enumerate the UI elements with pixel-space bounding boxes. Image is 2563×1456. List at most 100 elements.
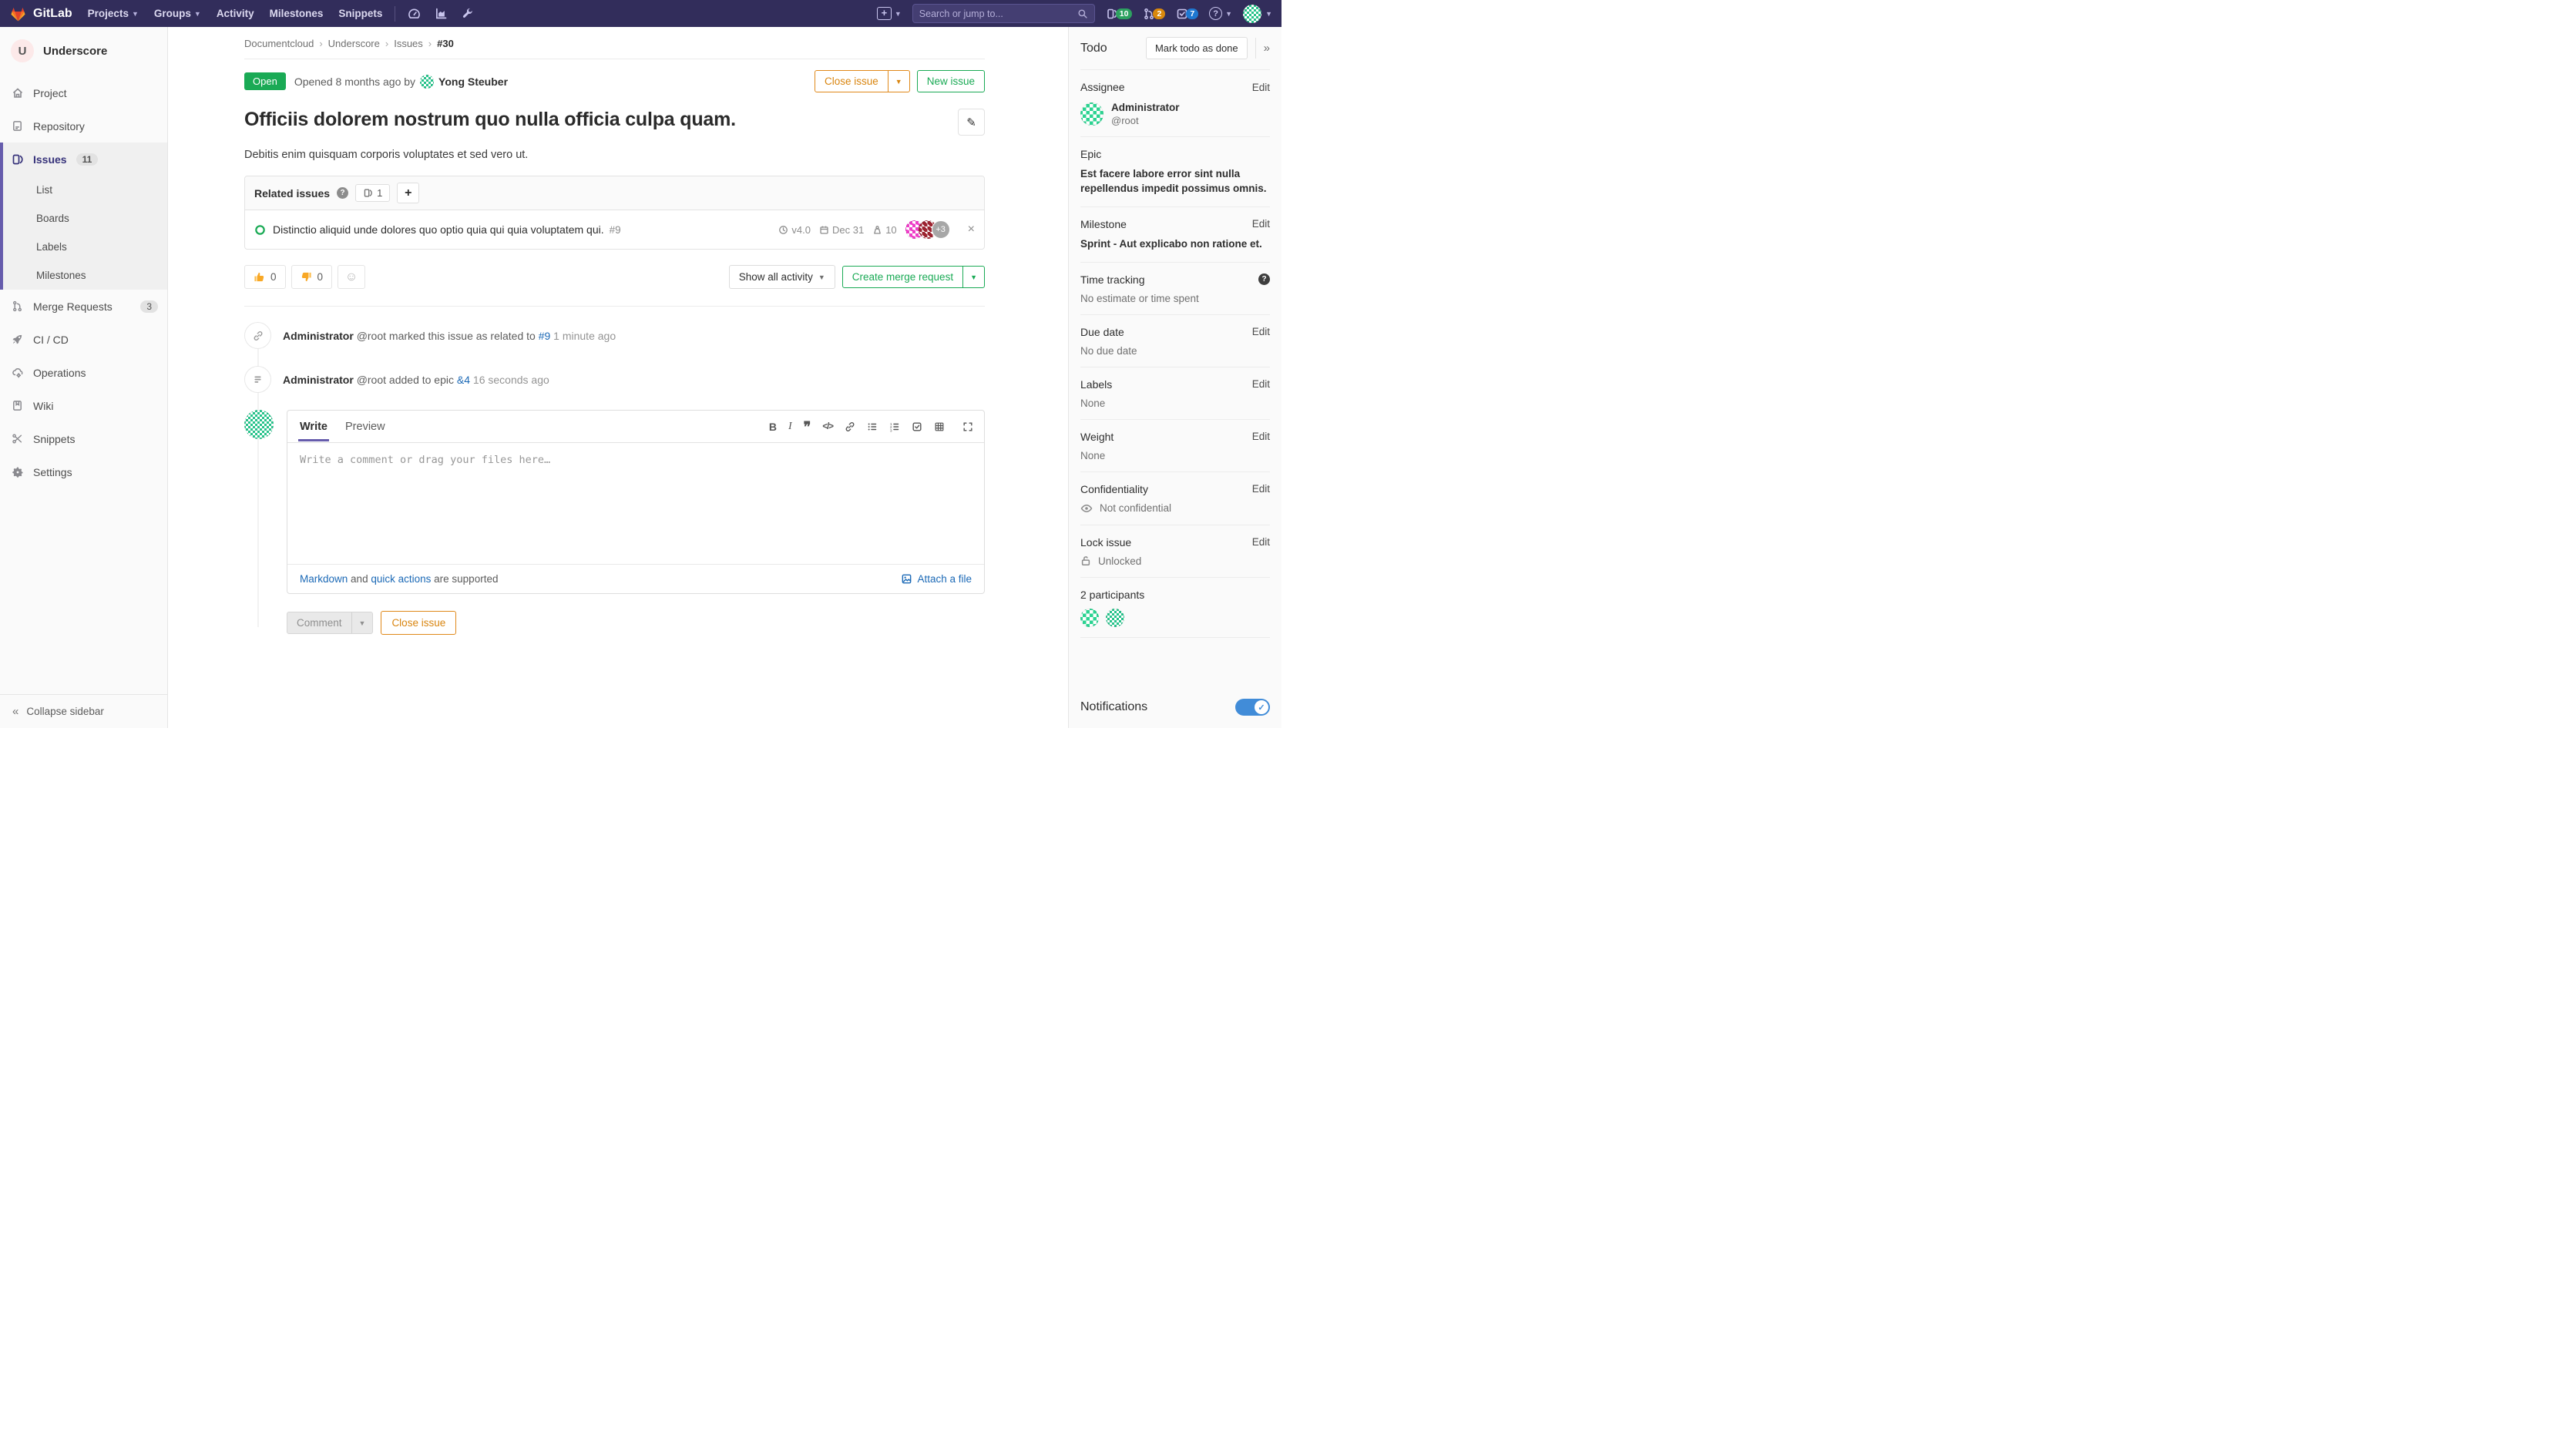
sidebar-item-project[interactable]: Project xyxy=(0,76,167,109)
menu-groups[interactable]: Groups▼ xyxy=(154,8,201,19)
help-icon[interactable]: ? xyxy=(1258,273,1270,285)
edit-issue-button[interactable]: ✎ xyxy=(958,109,985,136)
weight-edit-button[interactable]: Edit xyxy=(1252,431,1270,442)
participants-section: 2 participants xyxy=(1080,578,1270,638)
lock-edit-button[interactable]: Edit xyxy=(1252,536,1270,548)
sidebar-item-labels[interactable]: Labels xyxy=(3,233,167,261)
activity-author[interactable]: Administrator xyxy=(283,330,354,342)
notifications-toggle[interactable]: ✓ xyxy=(1235,699,1270,716)
create-mr-dropdown[interactable]: ▼ xyxy=(962,267,984,287)
add-emoji-button[interactable]: ☺ xyxy=(338,265,365,289)
chevron-double-left-icon: « xyxy=(12,705,18,718)
menu-milestones[interactable]: Milestones xyxy=(270,8,324,19)
confidentiality-edit-button[interactable]: Edit xyxy=(1252,483,1270,495)
sidebar-item-milestones[interactable]: Milestones xyxy=(3,261,167,290)
activity-filter-dropdown[interactable]: Show all activity ▼ xyxy=(729,265,835,289)
merge-requests-counter[interactable]: 2 xyxy=(1143,8,1165,20)
time-tracking-section: Time tracking ? No estimate or time spen… xyxy=(1080,263,1270,315)
link-icon[interactable] xyxy=(845,421,855,432)
dashboard-gauge-icon[interactable] xyxy=(408,7,421,20)
sidebar-item-list[interactable]: List xyxy=(3,176,167,204)
mark-todo-done-button[interactable]: Mark todo as done xyxy=(1146,37,1248,59)
search-input[interactable] xyxy=(919,8,1077,19)
labels-edit-button[interactable]: Edit xyxy=(1252,378,1270,390)
epic-value[interactable]: Est facere labore error sint nulla repel… xyxy=(1080,167,1270,196)
sidebar-item-repository[interactable]: Repository xyxy=(0,109,167,143)
close-issue-bottom-button[interactable]: Close issue xyxy=(381,611,456,635)
menu-activity[interactable]: Activity xyxy=(217,8,254,19)
breadcrumb-issues[interactable]: Issues xyxy=(394,38,423,49)
activity-ref-link[interactable]: #9 xyxy=(539,330,551,342)
sidebar-item-snippets[interactable]: Snippets xyxy=(0,422,167,455)
issues-counter[interactable]: 10 xyxy=(1106,8,1133,20)
participant-avatar[interactable] xyxy=(1080,609,1099,627)
help-icon[interactable]: ? xyxy=(337,187,348,199)
close-issue-dropdown[interactable]: ▼ xyxy=(888,71,909,92)
assignee-edit-button[interactable]: Edit xyxy=(1252,82,1270,93)
collapse-right-sidebar-button[interactable]: » xyxy=(1264,42,1270,55)
sidebar-item-settings[interactable]: Settings xyxy=(0,455,167,488)
project-sidebar: U Underscore Project Repository Issues 1… xyxy=(0,27,168,728)
breadcrumb-project[interactable]: Underscore xyxy=(328,38,380,49)
related-issue-title[interactable]: Distinctio aliquid unde dolores quo opti… xyxy=(273,223,604,236)
fullscreen-icon[interactable] xyxy=(962,421,973,432)
attach-file-button[interactable]: Attach a file xyxy=(901,573,972,585)
create-merge-request-button[interactable]: Create merge request xyxy=(843,267,962,287)
menu-snippets[interactable]: Snippets xyxy=(338,8,382,19)
comment-dropdown[interactable]: ▼ xyxy=(351,612,373,633)
sidebar-item-wiki[interactable]: Wiki xyxy=(0,389,167,422)
table-icon[interactable] xyxy=(934,421,945,432)
todos-counter[interactable]: 7 xyxy=(1176,8,1198,20)
markdown-help-link[interactable]: Markdown xyxy=(300,573,348,585)
thumbs-up-button[interactable]: 0 xyxy=(244,265,286,289)
gitlab-logo[interactable]: GitLab xyxy=(9,5,72,22)
numbered-list-icon[interactable]: 123 xyxy=(889,421,900,432)
activity-author[interactable]: Administrator xyxy=(283,374,354,386)
bold-icon[interactable]: B xyxy=(769,421,777,433)
admin-wrench-icon[interactable] xyxy=(462,8,474,20)
activity-divider xyxy=(244,306,985,307)
breadcrumb-group[interactable]: Documentcloud xyxy=(244,38,314,49)
comment-textarea[interactable] xyxy=(287,443,984,560)
issue-title-row: Officiis dolorem nostrum quo nulla offic… xyxy=(244,109,985,136)
due-date-edit-button[interactable]: Edit xyxy=(1252,326,1270,337)
thumbs-down-button[interactable]: 0 xyxy=(291,265,333,289)
milestone-edit-button[interactable]: Edit xyxy=(1252,218,1270,230)
sidebar-item-boards[interactable]: Boards xyxy=(3,204,167,233)
participant-avatar[interactable] xyxy=(1106,609,1124,627)
tab-write[interactable]: Write xyxy=(298,412,329,441)
issue-open-icon xyxy=(254,224,266,236)
activity-ref-link[interactable]: &4 xyxy=(457,374,470,386)
activity-timeline: Administrator @root marked this issue as… xyxy=(244,322,985,635)
tab-preview[interactable]: Preview xyxy=(344,412,387,441)
sidebar-item-operations[interactable]: Operations xyxy=(0,356,167,389)
milestone-value[interactable]: Sprint - Aut explicabo non ratione et. xyxy=(1080,237,1270,252)
new-menu-button[interactable]: + ▼ xyxy=(877,7,902,20)
italic-icon[interactable]: I xyxy=(788,421,792,433)
quote-icon[interactable]: ❞ xyxy=(804,423,811,431)
new-issue-button[interactable]: New issue xyxy=(917,70,985,92)
sidebar-item-cicd[interactable]: CI / CD xyxy=(0,323,167,356)
code-icon[interactable]: </> xyxy=(822,422,833,431)
issue-author[interactable]: Yong Steuber xyxy=(438,75,508,88)
document-icon xyxy=(12,120,24,132)
sidebar-item-issues[interactable]: Issues 11 xyxy=(3,143,167,176)
tanuki-icon xyxy=(9,5,27,22)
help-menu[interactable]: ? ▼ xyxy=(1209,7,1232,20)
user-menu[interactable]: ▼ xyxy=(1243,5,1272,23)
weight-value: None xyxy=(1080,450,1270,461)
remove-related-issue-button[interactable]: × xyxy=(968,223,975,237)
sidebar-item-merge-requests[interactable]: Merge Requests 3 xyxy=(0,290,167,323)
close-issue-button[interactable]: Close issue xyxy=(815,71,888,92)
task-list-icon[interactable] xyxy=(912,421,922,432)
collapse-sidebar-button[interactable]: « Collapse sidebar xyxy=(0,694,167,728)
thumbs-up-count: 0 xyxy=(270,271,277,283)
comment-button[interactable]: Comment xyxy=(287,612,351,633)
bullet-list-icon[interactable] xyxy=(867,421,878,432)
quick-actions-help-link[interactable]: quick actions xyxy=(371,573,431,585)
add-related-issue-button[interactable]: + xyxy=(397,183,419,203)
analytics-chart-icon[interactable] xyxy=(435,7,448,20)
assignee-name[interactable]: Administrator xyxy=(1111,102,1180,113)
project-context-header[interactable]: U Underscore xyxy=(0,27,167,76)
menu-projects[interactable]: Projects▼ xyxy=(88,8,139,19)
